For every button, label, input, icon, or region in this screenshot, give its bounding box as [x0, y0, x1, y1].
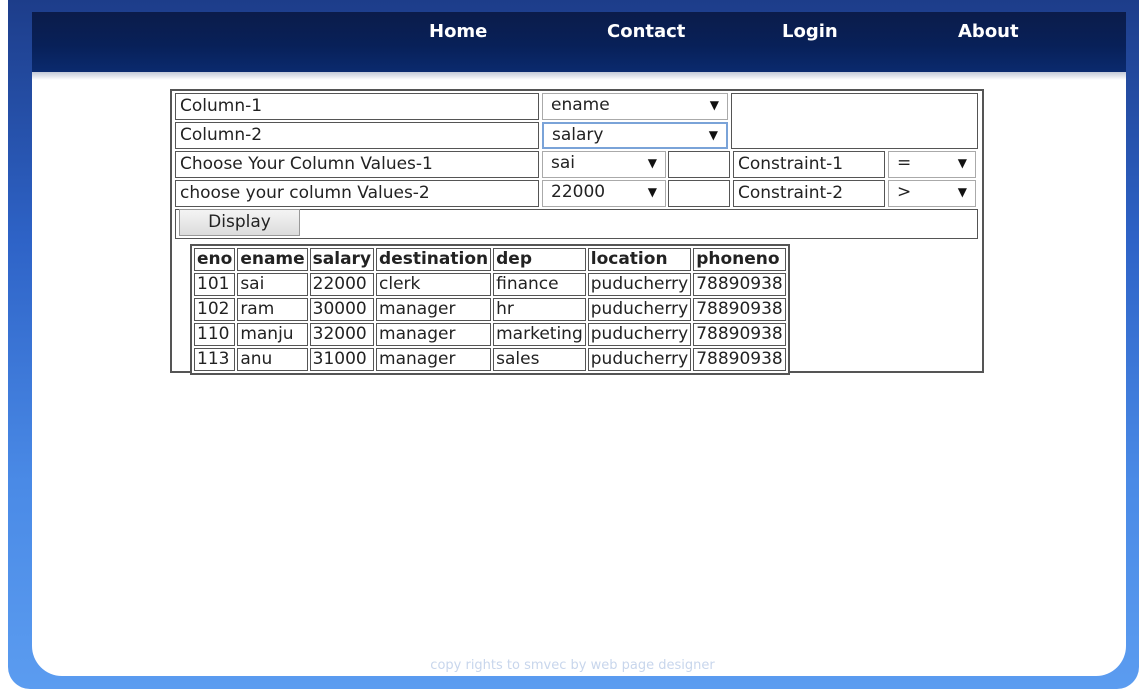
table-cell: marketing [493, 323, 586, 346]
table-cell: ram [237, 298, 308, 321]
column-2-select[interactable]: salary ▼ [542, 122, 728, 149]
table-row: 113 anu 31000 manager sales puducherry 7… [194, 348, 786, 371]
column-2-value: salary [552, 125, 604, 145]
table-row: 110 manju 32000 manager marketing puduch… [194, 323, 786, 346]
column-header: location [587, 248, 692, 271]
empty-cell [668, 180, 730, 207]
dropdown-arrow-icon: ▼ [709, 98, 719, 112]
table-cell: 102 [194, 298, 236, 321]
display-button[interactable]: Display [179, 209, 300, 236]
table-cell: sai [237, 273, 308, 296]
table-cell: 110 [194, 323, 236, 346]
column-values-2-label: choose your column Values-2 [175, 180, 539, 207]
column-header: salary [309, 248, 375, 271]
dropdown-arrow-icon: ▼ [708, 128, 718, 142]
table-cell: 78890938 [693, 323, 786, 346]
table-cell: puducherry [587, 348, 692, 371]
table-cell: manager [376, 298, 492, 321]
table-cell: finance [493, 273, 586, 296]
constraint-2-select[interactable]: > ▼ [888, 180, 976, 207]
table-cell: sales [493, 348, 586, 371]
nav-login[interactable]: Login [782, 21, 838, 42]
column-1-value: ename [551, 95, 610, 115]
navbar-shadow [32, 72, 1126, 80]
table-cell: manager [376, 323, 492, 346]
column-header: eno [194, 248, 236, 271]
dropdown-arrow-icon: ▼ [647, 156, 657, 170]
table-cell: manager [376, 348, 492, 371]
table-cell: 101 [194, 273, 236, 296]
results-table: eno ename salary destination dep locatio… [190, 244, 790, 375]
column-values-2-value: 22000 [551, 182, 606, 202]
table-cell: 78890938 [693, 348, 786, 371]
column-header: phoneno [693, 248, 786, 271]
table-cell: manju [237, 323, 308, 346]
column-1-label: Column-1 [175, 93, 539, 120]
constraint-1-label: Constraint-1 [733, 151, 885, 178]
dropdown-arrow-icon: ▼ [957, 185, 967, 199]
table-cell: 30000 [309, 298, 375, 321]
table-cell: puducherry [587, 323, 692, 346]
nav-home[interactable]: Home [429, 21, 487, 42]
nav-about[interactable]: About [958, 21, 1019, 42]
column-1-select[interactable]: ename ▼ [542, 93, 728, 120]
table-header-row: eno ename salary destination dep locatio… [194, 248, 786, 271]
dropdown-arrow-icon: ▼ [957, 156, 967, 170]
table-cell: 22000 [309, 273, 375, 296]
column-values-2-select[interactable]: 22000 ▼ [542, 180, 666, 207]
constraint-1-value: = [897, 153, 912, 173]
empty-cell [668, 151, 730, 178]
table-cell: 78890938 [693, 298, 786, 321]
constraint-2-label: Constraint-2 [733, 180, 885, 207]
column-values-1-value: sai [551, 153, 575, 173]
column-2-label: Column-2 [175, 122, 539, 149]
table-cell: hr [493, 298, 586, 321]
empty-cell [731, 93, 978, 149]
table-cell: puducherry [587, 298, 692, 321]
table-cell: clerk [376, 273, 492, 296]
table-row: 101 sai 22000 clerk finance puducherry 7… [194, 273, 786, 296]
column-header: ename [237, 248, 308, 271]
column-values-1-label: Choose Your Column Values-1 [175, 151, 539, 178]
dropdown-arrow-icon: ▼ [647, 185, 657, 199]
table-cell: 32000 [309, 323, 375, 346]
column-header: destination [376, 248, 492, 271]
footer-text: copy rights to smvec by web page designe… [430, 658, 715, 673]
constraint-1-select[interactable]: = ▼ [888, 151, 976, 178]
table-cell: puducherry [587, 273, 692, 296]
column-values-1-select[interactable]: sai ▼ [542, 151, 666, 178]
table-cell: 31000 [309, 348, 375, 371]
column-header: dep [493, 248, 586, 271]
nav-contact[interactable]: Contact [607, 21, 685, 42]
table-row: 102 ram 30000 manager hr puducherry 7889… [194, 298, 786, 321]
table-cell: anu [237, 348, 308, 371]
table-cell: 113 [194, 348, 236, 371]
constraint-2-value: > [897, 182, 912, 202]
table-cell: 78890938 [693, 273, 786, 296]
